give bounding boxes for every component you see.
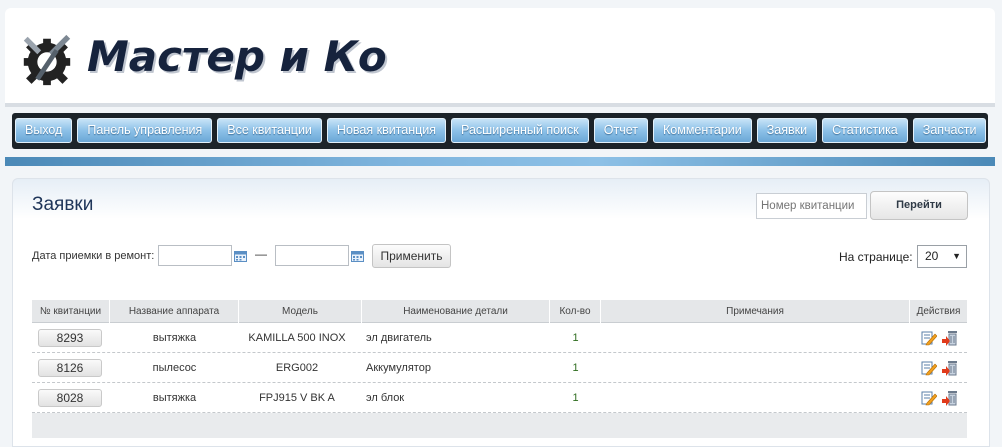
col-header-model[interactable]: Модель [239,300,362,323]
delete-icon[interactable] [941,389,959,407]
model-cell: KAMILLA 500 INOX [248,332,346,344]
model-cell: FPJ915 V BK A [259,392,335,404]
per-page-value: 20 [925,249,939,263]
col-header-notes[interactable]: Примечания [601,300,910,323]
delete-icon[interactable] [941,359,959,377]
nav-control-panel[interactable]: Панель управления [77,118,213,143]
qty-cell: 1 [572,332,579,344]
table-row: 8028 вытяжка FPJ915 V BK A эл блок 1 [32,383,967,413]
delete-icon[interactable] [941,329,959,347]
main-navbar: Выход Панель управления Все квитанции Но… [12,113,988,149]
nav-statistics[interactable]: Статистика [822,118,908,143]
table-header: № квитанции Название аппарата Модель Наи… [32,300,967,323]
site-header: Мастер и Ко [5,8,995,106]
date-filter-label: Дата приемки в ремонт: [32,250,155,262]
receipt-number-button[interactable]: 8126 [38,359,102,377]
nav-requests[interactable]: Заявки [756,118,818,143]
part-cell: эл двигатель [366,332,432,344]
col-header-part[interactable]: Наименование детали [362,300,550,323]
col-header-receipt[interactable]: № квитанции [32,300,110,323]
calendar-icon[interactable] [234,251,247,262]
nav-spare-parts[interactable]: Запчасти [912,118,987,143]
device-cell: пылесос [152,362,197,374]
model-cell: ERG002 [275,362,319,374]
device-cell: вытяжка [152,332,197,344]
col-header-qty[interactable]: Кол-во [550,300,601,323]
edit-icon[interactable] [921,360,937,376]
part-cell: эл блок [366,392,405,404]
nav-report[interactable]: Отчет [593,118,648,143]
part-cell: Аккумулятор [366,362,431,374]
col-header-device[interactable]: Название аппарата [110,300,239,323]
receipt-number-button[interactable]: 8028 [38,389,102,407]
date-from-input[interactable] [158,245,232,266]
edit-icon[interactable] [921,330,937,346]
notes-cell [601,383,910,413]
nav-logout[interactable]: Выход [15,118,73,143]
apply-button[interactable]: Применить [372,244,451,268]
nav-all-receipts[interactable]: Все квитанции [217,118,322,143]
calendar-icon[interactable] [351,251,364,262]
col-header-actions: Действия [916,306,961,317]
qty-cell: 1 [572,362,579,374]
qty-cell: 1 [572,392,579,404]
per-page-select[interactable]: 20 ▼ [917,245,967,268]
table-row: 8293 вытяжка KAMILLA 500 INOX эл двигате… [32,323,967,353]
receipt-number-input[interactable] [756,193,867,219]
logo-text[interactable]: Мастер и Ко [87,32,387,81]
page-title: Заявки [32,194,94,215]
nav-advanced-search[interactable]: Расширенный поиск [451,118,589,143]
chevron-down-icon: ▼ [952,251,961,261]
per-page-label: На странице: [839,250,913,264]
nav-decor-strip [5,157,995,166]
gear-wrench-logo-icon [23,34,71,86]
table-row: 8126 пылесос ERG002 Аккумулятор 1 [32,353,967,383]
requests-table: № квитанции Название аппарата Модель Наи… [32,300,967,438]
notes-cell [601,353,910,383]
header-divider [5,103,995,107]
nav-comments[interactable]: Комментарии [653,118,752,143]
nav-new-receipt[interactable]: Новая квитанция [326,118,447,143]
device-cell: вытяжка [152,392,197,404]
receipt-number-button[interactable]: 8293 [38,329,102,347]
go-button[interactable]: Перейти [870,191,968,220]
notes-cell [601,323,910,353]
date-to-input[interactable] [275,245,349,266]
edit-icon[interactable] [921,390,937,406]
date-range-dash: — [255,247,267,261]
